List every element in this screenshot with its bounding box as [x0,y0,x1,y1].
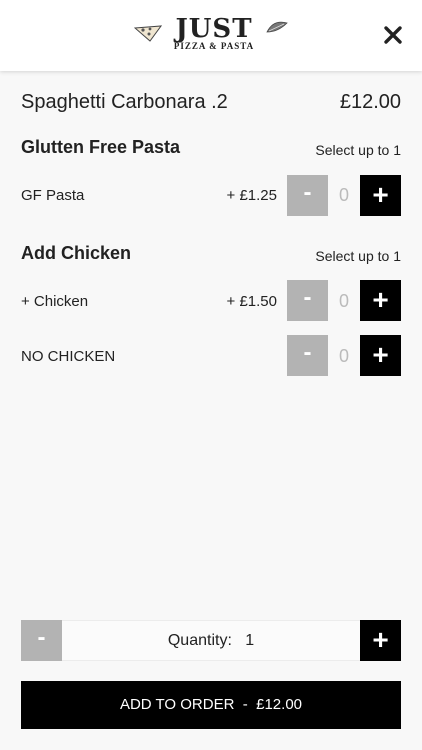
decrease-button[interactable]: - [287,175,328,216]
option-label: + Chicken [21,293,89,310]
increase-button[interactable]: + [360,335,401,376]
basil-leaf-icon [266,21,288,33]
add-to-order-label: ADD TO ORDER [119,696,235,713]
increase-button[interactable]: + [360,280,401,321]
item-price: £12.00 [339,91,401,113]
option-count: 0 [338,185,349,205]
add-to-order-price: £12.00 [256,696,303,713]
add-to-order-button[interactable]: ADD TO ORDER - £12.00 [21,681,401,729]
option-price: + £1.25 [226,187,277,204]
group-title-gluten-free: Glutten Free Pasta [21,137,181,157]
quantity-label: Quantity: [167,632,232,649]
item-name: Spaghetti Carbonara .2 [21,91,228,113]
quantity-increase-button[interactable]: + [360,620,401,661]
group-hint-add-chicken: Select up to 1 [315,248,401,264]
option-label: GF Pasta [21,187,85,204]
close-icon[interactable] [383,25,403,45]
quantity-display: Quantity: 1 [21,632,401,650]
group-hint-gluten-free: Select up to 1 [315,142,401,158]
logo-subtitle: PIZZA & PASTA [173,41,255,51]
quantity-decrease-button[interactable]: - [21,620,62,661]
decrease-button[interactable]: - [287,335,328,376]
increase-button[interactable]: + [360,175,401,216]
option-count: 0 [338,346,349,366]
add-to-order-separator: - [242,696,248,713]
quantity-value: 1 [245,632,255,649]
quantity-stepper: Quantity: 1 [21,620,401,661]
header: JUST PIZZA & PASTA [0,0,422,71]
pizza-slice-icon [134,25,162,42]
group-title-add-chicken: Add Chicken [21,243,132,263]
logo: JUST PIZZA & PASTA [134,16,290,54]
option-count: 0 [338,291,349,311]
option-price: + £1.50 [226,293,277,310]
decrease-button[interactable]: - [287,280,328,321]
logo-text: JUST [175,14,253,44]
option-label: NO CHICKEN [21,348,116,365]
